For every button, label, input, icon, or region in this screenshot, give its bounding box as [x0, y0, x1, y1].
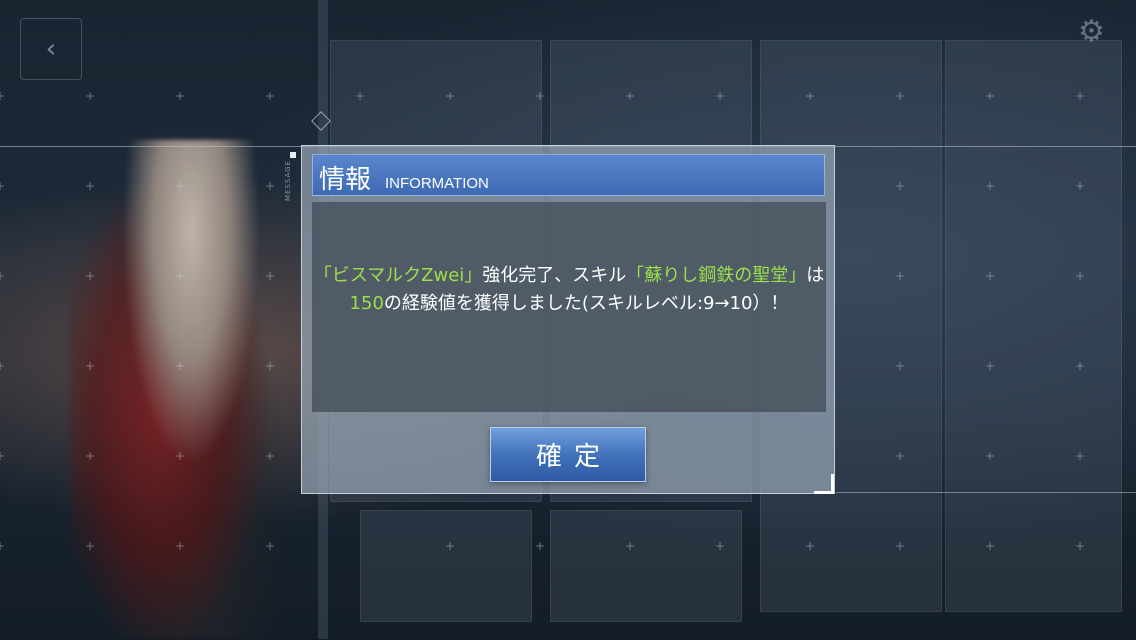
grid-plus-icon: +: [714, 89, 726, 103]
dialog-corner-bracket: [814, 474, 834, 494]
exp-value: 150: [349, 293, 384, 314]
grid-plus-icon: +: [84, 89, 96, 103]
message-side-label: MESSAGE: [284, 160, 292, 201]
grid-plus-icon: +: [0, 540, 6, 552]
grid-plus-icon: +: [894, 539, 906, 553]
grid-plus-icon: +: [0, 450, 6, 462]
grid-plus-icon: +: [894, 269, 906, 283]
grid-plus-icon: +: [624, 89, 636, 103]
grid-plus-icon: +: [894, 449, 906, 463]
grid-plus-icon: +: [984, 179, 996, 193]
message-text: 強化完了、スキル: [482, 265, 627, 286]
grid-plus-icon: +: [0, 360, 6, 372]
grid-plus-icon: +: [264, 89, 276, 103]
confirm-button[interactable]: 確定: [490, 427, 646, 482]
grid-plus-icon: +: [174, 449, 186, 463]
grid-plus-icon: +: [894, 359, 906, 373]
message-text: の経験値を獲得しました(スキルレベル:9→10）！: [383, 293, 789, 314]
grid-plus-icon: +: [174, 359, 186, 373]
grid-plus-icon: +: [264, 359, 276, 373]
grid-plus-icon: +: [264, 449, 276, 463]
grid-plus-icon: +: [444, 539, 456, 553]
grid-plus-icon: +: [534, 89, 546, 103]
grid-plus-icon: +: [1074, 269, 1086, 283]
grid-plus-icon: +: [894, 89, 906, 103]
grid-plus-icon: +: [984, 449, 996, 463]
grid-plus-icon: +: [1074, 539, 1086, 553]
grid-plus-icon: +: [84, 359, 96, 373]
grid-plus-icon: +: [354, 89, 366, 103]
grid-plus-icon: +: [804, 539, 816, 553]
grid-plus-icon: +: [84, 269, 96, 283]
grid-plus-icon: +: [714, 539, 726, 553]
grid-plus-icon: +: [84, 449, 96, 463]
grid-plus-icon: +: [0, 270, 6, 282]
character-name: 「ビスマルクZwei」: [313, 265, 483, 286]
grid-plus-icon: +: [174, 89, 186, 103]
grid-plus-icon: +: [804, 89, 816, 103]
info-dialog: 情報 INFORMATION 「ビスマルクZwei」強化完了、スキル「蘇りし鋼鉄…: [301, 145, 835, 494]
grid-plus-icon: +: [174, 179, 186, 193]
dialog-header: 情報 INFORMATION: [312, 154, 825, 196]
grid-plus-icon: +: [264, 179, 276, 193]
dialog-message: 「ビスマルクZwei」強化完了、スキル「蘇りし鋼鉄の聖堂」は 150の経験値を獲得…: [312, 262, 826, 318]
grid-plus-icon: +: [0, 90, 6, 102]
grid-plus-icon: +: [174, 539, 186, 553]
grid-plus-icon: +: [984, 359, 996, 373]
grid-plus-icon: +: [984, 539, 996, 553]
message-text: は: [806, 265, 825, 286]
grid-plus-icon: +: [1074, 359, 1086, 373]
message-marker-icon: [290, 152, 296, 158]
grid-plus-icon: +: [264, 539, 276, 553]
skill-name: 「蘇りし鋼鉄の聖堂」: [626, 265, 807, 286]
grid-plus-icon: +: [174, 269, 186, 283]
grid-plus-icon: +: [444, 89, 456, 103]
grid-plus-icon: +: [624, 539, 636, 553]
grid-plus-icon: +: [84, 179, 96, 193]
grid-plus-icon: +: [0, 180, 6, 192]
grid-plus-icon: +: [984, 269, 996, 283]
grid-plus-icon: +: [894, 179, 906, 193]
grid-plus-icon: +: [1074, 449, 1086, 463]
dialog-body: 「ビスマルクZwei」強化完了、スキル「蘇りし鋼鉄の聖堂」は 150の経験値を獲得…: [312, 202, 826, 412]
grid-plus-icon: +: [84, 539, 96, 553]
dialog-subtitle: INFORMATION: [385, 175, 489, 192]
grid-plus-icon: +: [534, 539, 546, 553]
grid-plus-icon: +: [984, 89, 996, 103]
grid-plus-icon: +: [1074, 89, 1086, 103]
dialog-title: 情報: [319, 165, 372, 195]
grid-plus-icon: +: [1074, 179, 1086, 193]
grid-plus-icon: +: [264, 269, 276, 283]
